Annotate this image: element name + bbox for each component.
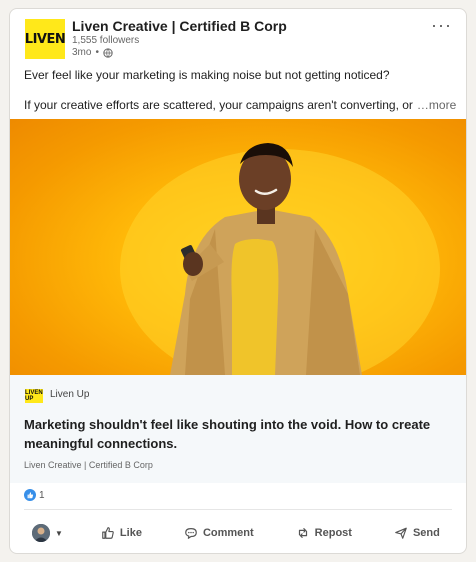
company-name[interactable]: Liven Creative | Certified B Corp [72,18,287,34]
like-reaction-icon [24,489,36,501]
link-preview[interactable]: LIVEN UP Liven Up Marketing shouldn't fe… [10,375,466,483]
like-button[interactable]: Like [101,526,142,540]
send-icon [395,527,407,539]
action-bar: ▼ Like Comment Repost Send [10,517,466,549]
divider [24,509,452,510]
reaction-count: 1 [39,489,45,501]
post-line-2: If your creative efforts are scattered, … [24,97,456,113]
repost-icon [298,528,307,538]
repost-button[interactable]: Repost [296,526,352,540]
link-subtitle: Liven Creative | Certified B Corp [24,460,153,470]
post-meta: 3mo • [72,47,113,58]
chevron-down-icon: ▼ [55,528,63,538]
comment-button[interactable]: Comment [184,526,254,540]
see-more-link[interactable]: …more [417,98,456,112]
comment-icon [185,528,197,539]
reaction-summary[interactable]: 1 [24,489,45,501]
post-age: 3mo [72,47,92,58]
woman-phone-illustration [120,143,440,375]
post-line-1: Ever feel like your marketing is making … [24,68,390,82]
thumbs-up-icon [102,527,114,539]
company-logo-text: LIVEN [24,31,66,47]
source-logo: LIVEN UP [25,389,43,403]
send-button[interactable]: Send [394,526,440,540]
company-logo[interactable]: LIVEN [24,19,66,59]
hero-image[interactable] [10,119,466,375]
source-logo-text: LIVEN UP [25,390,43,402]
actor-selector[interactable]: ▼ [32,524,63,542]
more-options-icon[interactable]: ··· [431,15,452,36]
meta-separator: • [95,47,99,58]
avatar [32,524,50,542]
source-name: Liven Up [50,389,90,400]
post-header: LIVEN Liven Creative | Certified B Corp … [10,9,466,69]
post-body: Ever feel like your marketing is making … [24,67,456,113]
send-label: Send [412,527,440,539]
repost-label: Repost [314,527,352,539]
link-title[interactable]: Marketing shouldn't feel like shouting i… [24,415,444,453]
post-line-2-text: If your creative efforts are scattered, … [24,98,413,112]
globe-icon [103,47,113,58]
post-card: LIVEN Liven Creative | Certified B Corp … [9,8,467,554]
follower-count: 1,555 followers [72,35,140,46]
like-label: Like [119,527,142,539]
comment-label: Comment [202,527,254,539]
